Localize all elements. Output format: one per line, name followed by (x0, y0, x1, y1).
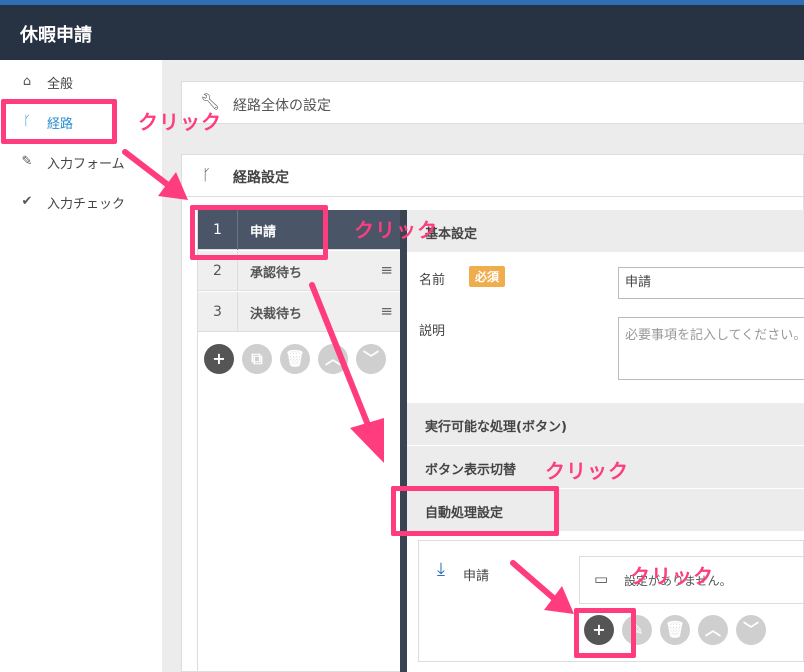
annotation-arrow (122, 149, 175, 191)
annotation-arrow (510, 560, 561, 605)
arrow-head (350, 418, 384, 463)
arrow-head (158, 172, 188, 200)
annotation-arrows (122, 149, 574, 614)
annotation-arrow (309, 282, 371, 428)
